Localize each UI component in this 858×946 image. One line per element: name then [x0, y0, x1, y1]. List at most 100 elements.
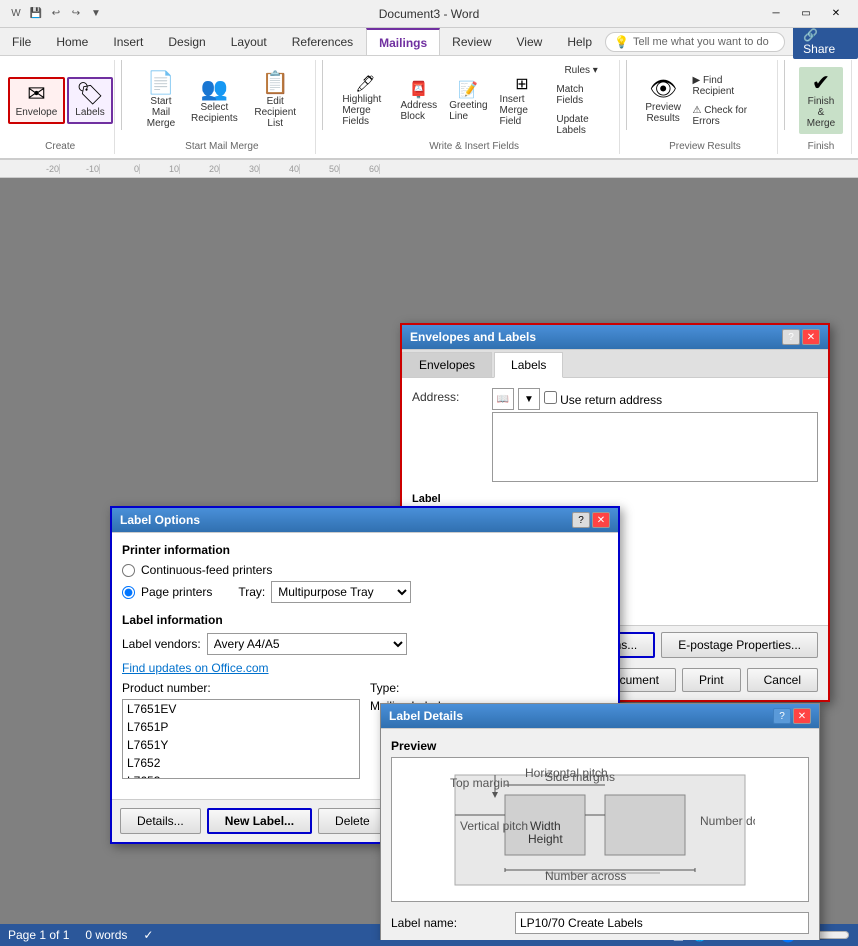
rules-button[interactable]: Rules ▾ — [551, 62, 611, 79]
tab-review[interactable]: Review — [440, 28, 504, 55]
address-block-button[interactable]: 📮 AddressBlock — [396, 77, 443, 125]
tab-envelopes[interactable]: Envelopes — [402, 352, 492, 377]
insert-merge-icon: ⊞ — [515, 74, 528, 94]
product-L7651P[interactable]: L7651P — [123, 718, 359, 736]
envelope-label: Envelope — [16, 107, 58, 118]
find-recipient-button[interactable]: ▶ Find Recipient — [687, 72, 769, 100]
product-L7651Y[interactable]: L7651Y — [123, 736, 359, 754]
greeting-label: GreetingLine — [449, 100, 487, 122]
printer-info-section: Printer information Continuous-feed prin… — [122, 543, 608, 603]
find-updates-link[interactable]: Find updates on Office.com — [122, 661, 608, 675]
lightbulb-icon: 💡 — [614, 35, 629, 49]
print-button[interactable]: Print — [682, 668, 741, 692]
select-recipients-button[interactable]: 👥 SelectRecipients — [188, 73, 241, 129]
select-recipients-label: SelectRecipients — [191, 102, 238, 124]
details-button[interactable]: Details... — [120, 808, 201, 834]
check-errors-button[interactable]: ⚠ Check for Errors — [687, 102, 769, 130]
address-dropdown-icon[interactable]: ▼ — [518, 388, 540, 410]
env-labels-help[interactable]: ? — [782, 329, 800, 345]
tell-me-box[interactable]: 💡 Tell me what you want to do — [605, 32, 785, 52]
epostage-button[interactable]: E-postage Properties... — [661, 632, 818, 658]
start-mail-merge-label: Start MailMerge — [143, 96, 179, 129]
svg-text:Vertical pitch: Vertical pitch — [460, 819, 528, 833]
env-cancel-button[interactable]: Cancel — [747, 668, 818, 692]
tab-labels[interactable]: Labels — [494, 352, 563, 378]
edit-recipient-list-button[interactable]: 📋 EditRecipient List — [243, 67, 307, 134]
customize-icon[interactable]: ▼ — [88, 6, 104, 22]
find-recipient-label: ▶ Find Recipient — [692, 75, 764, 97]
tray-select[interactable]: Multipurpose Tray — [271, 581, 411, 603]
tab-help[interactable]: Help — [555, 28, 605, 55]
tab-view[interactable]: View — [505, 28, 556, 55]
tab-file[interactable]: File — [0, 28, 44, 55]
page-printers-radio[interactable] — [122, 586, 135, 599]
close-button[interactable]: ✕ — [822, 3, 850, 25]
ld-title-bar: Label Details ? ✕ — [381, 704, 819, 729]
address-input[interactable] — [492, 412, 818, 482]
envelope-button[interactable]: ✉ Envelope — [8, 77, 66, 124]
window-controls: ─ ▭ ✕ — [762, 3, 850, 25]
start-mail-merge-button[interactable]: 📄 Start MailMerge — [136, 67, 186, 134]
labels-button[interactable]: 🏷 Labels — [67, 77, 112, 124]
product-L7652[interactable]: L7652 — [123, 754, 359, 772]
delete-button[interactable]: Delete — [318, 808, 387, 834]
highlight-merge-button[interactable]: 🖊 HighlightMerge Fields — [337, 71, 393, 130]
label-name-input[interactable] — [515, 912, 809, 934]
vendors-label: Label vendors: — [122, 637, 201, 651]
label-preview-title: Label — [412, 493, 532, 505]
continuous-feed-radio[interactable] — [122, 564, 135, 577]
match-fields-button[interactable]: Match Fields — [551, 81, 611, 109]
redo-icon[interactable]: ↪ — [68, 6, 84, 22]
highlight-icon: 🖊 — [355, 74, 375, 94]
new-label-button[interactable]: New Label... — [207, 808, 312, 834]
tab-home[interactable]: Home — [44, 28, 101, 55]
ribbon-tabs: File Home Insert Design Layout Reference… — [0, 28, 858, 56]
product-L7653[interactable]: L7653 — [123, 772, 359, 779]
use-return-checkbox[interactable] — [544, 391, 557, 404]
insert-merge-field-button[interactable]: ⊞ Insert MergeField — [495, 71, 550, 130]
finish-merge-button[interactable]: ✔ Finish &Merge — [799, 67, 843, 134]
svg-text:Top margin: Top margin — [450, 776, 509, 790]
env-labels-close[interactable]: ✕ — [802, 329, 820, 345]
ribbon-group-start-mail-merge: 📄 Start MailMerge 👥 SelectRecipients 📋 E… — [128, 60, 316, 154]
address-controls: 📖 ▼ Use return address — [492, 388, 818, 410]
ld-close[interactable]: ✕ — [793, 708, 811, 724]
lo-close[interactable]: ✕ — [592, 512, 610, 528]
ld-help[interactable]: ? — [773, 708, 791, 724]
minimize-button[interactable]: ─ — [762, 3, 790, 25]
lo-help[interactable]: ? — [572, 512, 590, 528]
address-block-label: AddressBlock — [401, 100, 438, 122]
address-book-icon[interactable]: 📖 — [492, 388, 514, 410]
separator-1 — [121, 60, 122, 130]
tab-layout[interactable]: Layout — [219, 28, 280, 55]
restore-button[interactable]: ▭ — [792, 3, 820, 25]
product-list-container: L7651EV L7651P L7651Y L7652 L7653 L7654 — [122, 699, 360, 779]
ld-controls: ? ✕ — [773, 708, 811, 724]
preview-results-button[interactable]: 👁 PreviewResults — [641, 73, 686, 129]
tab-design[interactable]: Design — [156, 28, 218, 55]
separator-4 — [784, 60, 785, 130]
finish-group-label: Finish — [808, 141, 835, 152]
labels-icon: 🏷 — [76, 83, 104, 105]
product-L7651EV[interactable]: L7651EV — [123, 700, 359, 718]
tab-mailings[interactable]: Mailings — [366, 28, 440, 55]
ribbon-group-create: ✉ Envelope 🏷 Labels Create — [6, 60, 115, 154]
write-insert-group-label: Write & Insert Fields — [429, 141, 519, 152]
undo-icon[interactable]: ↩ — [48, 6, 64, 22]
greeting-line-button[interactable]: 📝 GreetingLine — [444, 77, 492, 125]
separator-2 — [322, 60, 323, 130]
tab-insert[interactable]: Insert — [101, 28, 156, 55]
share-button[interactable]: 🔗 Share — [793, 25, 858, 59]
preview-group-label: Preview Results — [669, 141, 741, 152]
vendors-select[interactable]: Avery A4/A5 — [207, 633, 407, 655]
tab-references[interactable]: References — [280, 28, 366, 55]
create-items: ✉ Envelope 🏷 Labels — [8, 62, 113, 139]
preview-section-title: Preview — [391, 739, 809, 753]
continuous-feed-label: Continuous-feed printers — [141, 563, 272, 577]
update-labels-button[interactable]: Update Labels — [551, 111, 611, 139]
address-right: 📖 ▼ Use return address — [492, 388, 818, 485]
save-icon[interactable]: 💾 — [28, 6, 44, 22]
preview-items: 👁 PreviewResults ▶ Find Recipient ⚠ Chec… — [641, 62, 769, 139]
window-title: Document3 - Word — [379, 7, 479, 21]
product-list[interactable]: L7651EV L7651P L7651Y L7652 L7653 L7654 — [122, 699, 360, 779]
